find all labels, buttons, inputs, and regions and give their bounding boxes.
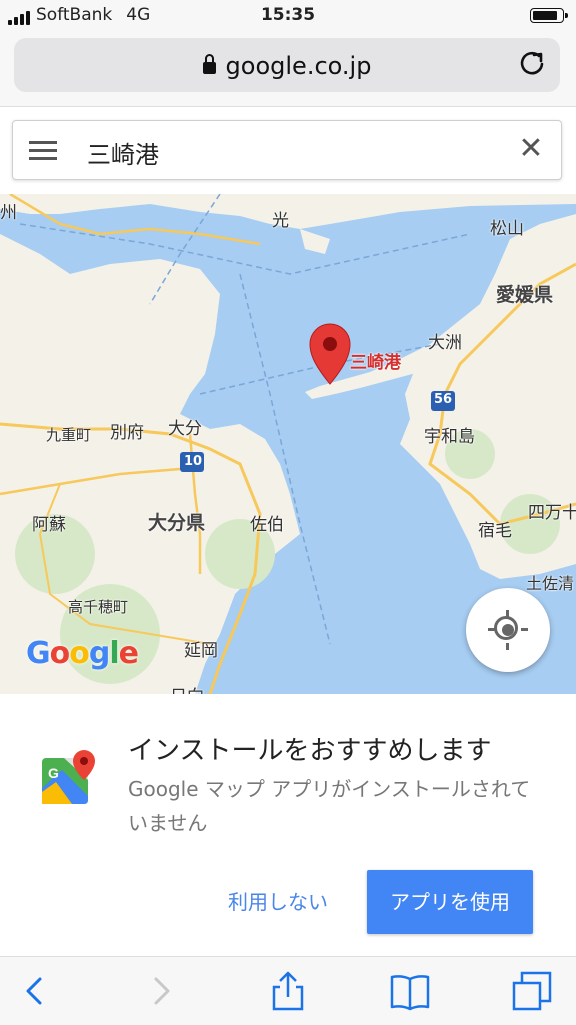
map-label-shu: 州 xyxy=(0,203,17,223)
map-search-box[interactable]: 三崎港 ✕ xyxy=(12,120,562,180)
back-icon[interactable] xyxy=(12,969,56,1013)
share-icon[interactable] xyxy=(266,969,310,1013)
install-description: Google マップ アプリがインストールされていません xyxy=(128,777,531,835)
map-label-saiki: 佐伯 xyxy=(250,515,284,535)
map-label-oita: 大分 xyxy=(168,419,202,439)
map-view[interactable]: 州 光 松山 愛媛県 大洲 56 宇和島 九重町 別府 大分 10 大分県 佐伯… xyxy=(0,194,576,694)
google-logo: Google xyxy=(26,636,139,671)
use-app-button[interactable]: アプリを使用 xyxy=(367,870,533,934)
address-bar[interactable]: google.co.jp xyxy=(14,38,560,92)
map-label-shimanto: 四万十 xyxy=(528,503,576,523)
url-display[interactable]: google.co.jp xyxy=(14,52,560,80)
map-label-matsuyama: 松山 xyxy=(490,219,524,239)
map-label-nobeoka: 延岡 xyxy=(184,641,218,661)
map-label-sukumo: 宿毛 xyxy=(478,521,512,541)
map-label-hyuga: 日向 xyxy=(170,682,204,694)
browser-address-area: google.co.jp xyxy=(0,32,576,107)
forward-icon[interactable] xyxy=(140,969,184,1013)
reload-icon[interactable] xyxy=(516,48,548,80)
bookmarks-icon[interactable] xyxy=(388,969,432,1013)
decline-button[interactable]: 利用しない xyxy=(218,870,338,934)
map-label-uwajima: 宇和島 xyxy=(424,427,475,447)
hamburger-icon[interactable] xyxy=(29,141,57,161)
status-bar: SoftBank 4G 15:35 xyxy=(0,0,576,32)
install-title: インストールをおすすめします xyxy=(128,736,492,766)
map-label-oita-pref: 大分県 xyxy=(148,512,206,534)
tabs-icon[interactable] xyxy=(510,969,554,1013)
map-label-kokonoe: 九重町 xyxy=(46,426,92,444)
map-label-hikari: 光 xyxy=(272,211,289,231)
search-query[interactable]: 三崎港 xyxy=(87,135,159,170)
route-number-10: 10 xyxy=(184,454,203,469)
map-label-beppu: 別府 xyxy=(110,423,144,443)
map-label-tosashimizu: 土佐清 xyxy=(526,574,575,593)
battery-icon xyxy=(530,8,568,23)
my-location-button[interactable] xyxy=(466,588,550,672)
clock: 15:35 xyxy=(260,5,316,25)
install-prompt-card: G インストールをおすすめします Google マップ アプリがインストールされ… xyxy=(0,694,576,956)
map-place-label[interactable]: 三崎港 xyxy=(350,348,401,373)
map-label-ozu: 大洲 xyxy=(428,333,462,353)
lock-icon xyxy=(202,54,216,74)
map-label-takachiho: 高千穂町 xyxy=(68,598,129,616)
close-icon[interactable]: ✕ xyxy=(515,133,547,165)
route-number-56: 56 xyxy=(434,392,453,407)
map-label-aso: 阿蘇 xyxy=(32,515,66,535)
map-marker-icon[interactable] xyxy=(309,323,351,385)
browser-toolbar xyxy=(0,956,576,1025)
svg-text:G: G xyxy=(48,765,59,781)
google-maps-app-icon: G xyxy=(42,750,95,804)
url-domain: google.co.jp xyxy=(225,52,372,80)
map-label-ehime: 愛媛県 xyxy=(496,284,554,306)
